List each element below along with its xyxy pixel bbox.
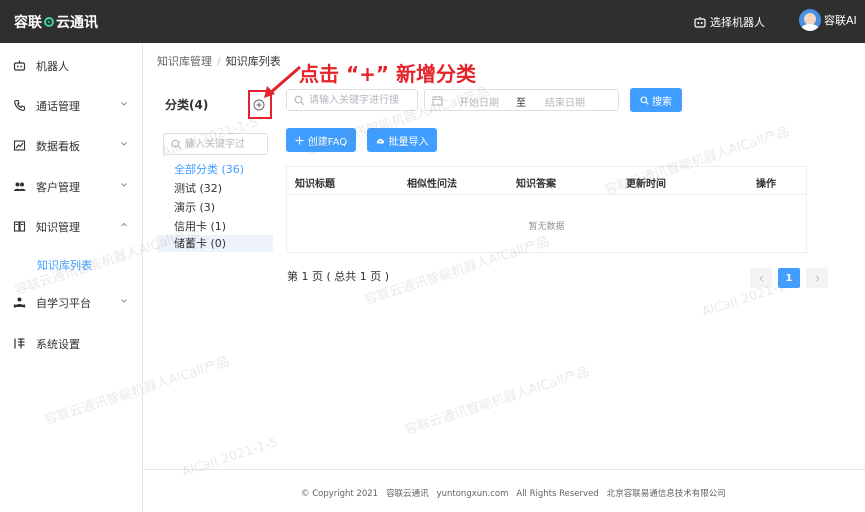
sidebar-item-dashboard[interactable]: 数据看板 — [0, 133, 143, 157]
column-header-updated-time: 更新时间 — [626, 179, 666, 190]
chevron-up-icon — [121, 222, 127, 227]
logo-text-left: 容联 — [14, 15, 42, 31]
category-title: 分类(4) — [165, 98, 209, 112]
plus-icon — [295, 136, 304, 144]
sidebar-item-label: 机器人 — [36, 60, 69, 73]
chevron-right-icon — [815, 274, 820, 282]
sidebar-subitem-knowledge-list[interactable]: 知识库列表 — [37, 257, 92, 273]
search-button-label: 搜索 — [652, 96, 672, 108]
batch-import-button[interactable]: 批量导入 — [367, 128, 437, 152]
table-header: 知识标题 相似性问法 知识答案 更新时间 操作 — [287, 167, 806, 195]
user-name: 容联AI — [824, 14, 857, 27]
logo[interactable]: 容联 云通讯 — [14, 12, 98, 32]
keyword-search-field[interactable] — [286, 89, 418, 111]
sidebar-item-robot[interactable]: 机器人 — [0, 53, 143, 77]
phone-icon — [14, 99, 26, 111]
date-range-separator: 至 — [516, 98, 526, 109]
sidebar-item-label: 自学习平台 — [36, 297, 91, 310]
column-header-answer: 知识答案 — [516, 179, 556, 190]
page-number-current[interactable]: 1 — [778, 268, 800, 288]
user-menu[interactable]: 容联AI — [799, 9, 857, 31]
robot-icon — [13, 60, 26, 71]
top-bar: 容联 云通讯 选择机器人 容联AI — [0, 0, 865, 43]
breadcrumb-parent[interactable]: 知识库管理 — [157, 55, 212, 68]
footer-company: 北京容联易通信息技术有限公司 — [606, 489, 726, 499]
watermark: AICall 2021-1-5 — [180, 434, 281, 481]
robot-select-label: 选择机器人 — [710, 16, 765, 29]
footer-rights: All Rights Reserved — [516, 489, 599, 499]
sidebar-item-system-settings[interactable]: 系统设置 — [0, 331, 143, 355]
pagination-info: 第 1 页 ( 总共 1 页 ) — [287, 270, 390, 283]
logo-mark-icon — [44, 17, 54, 27]
table-empty-text: 暂无数据 — [528, 222, 565, 232]
annotation-text: 点击 “+” 新增分类 — [299, 62, 476, 86]
chevron-down-icon — [121, 299, 127, 303]
sidebar-item-customer-management[interactable]: 客户管理 — [0, 174, 143, 198]
chevron-left-icon — [758, 274, 763, 282]
next-page-button[interactable] — [806, 268, 828, 288]
prev-page-button[interactable] — [750, 268, 772, 288]
chevron-down-icon — [121, 142, 127, 146]
sidebar-item-label: 数据看板 — [36, 140, 80, 153]
search-icon — [171, 139, 182, 150]
cloud-upload-icon — [376, 138, 384, 143]
category-item-all[interactable]: 全部分类 (36) — [157, 161, 273, 178]
annotation-arrow-icon — [264, 65, 301, 98]
footer-domain[interactable]: yuntongxun.com — [437, 489, 509, 499]
sidebar-item-label: 知识管理 — [36, 221, 80, 234]
calendar-icon — [432, 96, 443, 106]
footer-brand: 容联云通讯 — [386, 489, 429, 499]
breadcrumb-separator: / — [217, 55, 221, 68]
sidebar-item-call-management[interactable]: 通话管理 — [0, 93, 143, 117]
category-item[interactable]: 信用卡 (1) — [157, 218, 273, 235]
sidebar-item-label: 客户管理 — [36, 181, 80, 194]
learning-icon — [13, 297, 26, 308]
sidebar: 机器人 通话管理 数据看板 客户管理 知识管理 知识库列表 自学习平台 系统设置 — [0, 43, 143, 512]
category-search-field[interactable] — [163, 133, 268, 155]
start-date-placeholder[interactable]: 开始日期 — [459, 94, 499, 109]
sidebar-item-label: 系统设置 — [36, 338, 80, 351]
book-icon — [13, 221, 26, 232]
sidebar-item-label: 通话管理 — [36, 100, 80, 113]
batch-import-label: 批量导入 — [388, 136, 429, 148]
watermark: 容联云通讯智能机器人AICall产品 — [403, 364, 592, 439]
sidebar-item-knowledge-management[interactable]: 知识管理 — [0, 214, 143, 238]
column-header-similar-questions: 相似性问法 — [407, 179, 457, 190]
logo-text-right: 云通讯 — [56, 15, 98, 31]
settings-icon — [14, 338, 25, 349]
footer-copyright: © Copyright 2021 — [301, 489, 379, 499]
search-icon — [640, 95, 649, 105]
category-item[interactable]: 演示 (3) — [157, 199, 273, 216]
search-button[interactable]: 搜索 — [630, 88, 682, 112]
chevron-down-icon — [121, 102, 127, 106]
chart-icon — [13, 140, 26, 151]
knowledge-table: 知识标题 相似性问法 知识答案 更新时间 操作 暂无数据 — [286, 166, 807, 253]
date-range-picker[interactable]: 开始日期 至 结束日期 — [424, 89, 619, 111]
category-search-input[interactable] — [185, 136, 265, 152]
create-faq-label: 创建FAQ — [307, 136, 348, 148]
end-date-placeholder[interactable]: 结束日期 — [545, 94, 585, 109]
people-icon — [14, 182, 26, 191]
sidebar-item-self-learning[interactable]: 自学习平台 — [0, 290, 143, 314]
robot-select-button[interactable]: 选择机器人 — [694, 14, 765, 30]
chevron-down-icon — [121, 183, 127, 187]
column-header-actions: 操作 — [756, 179, 776, 190]
robot-icon — [694, 17, 706, 28]
avatar — [799, 9, 821, 31]
category-item[interactable]: 储蓄卡 (0) — [157, 235, 273, 252]
footer: © Copyright 2021 容联云通讯 yuntongxun.com All R… — [301, 487, 734, 499]
create-faq-button[interactable]: 创建FAQ — [286, 128, 356, 152]
category-item[interactable]: 测试 (32) — [157, 180, 273, 197]
footer-divider — [143, 469, 865, 470]
keyword-search-input[interactable] — [309, 92, 415, 108]
column-header-title: 知识标题 — [295, 179, 335, 190]
